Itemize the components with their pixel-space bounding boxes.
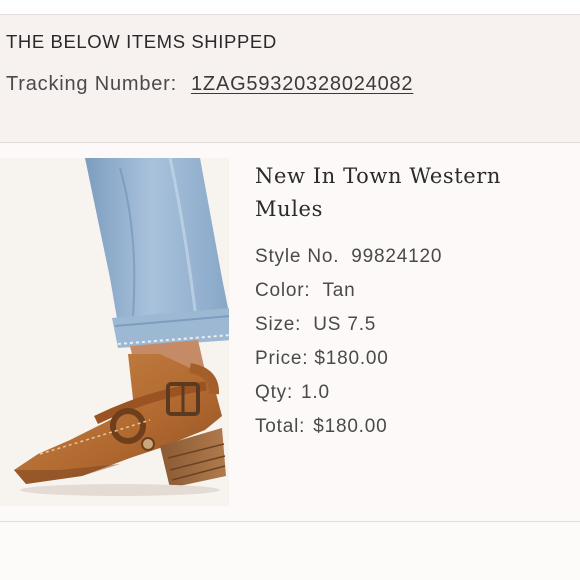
order-item: New In Town Western Mules Style No. 99824… [0,143,580,522]
size-label: Size: [255,314,302,335]
color-value: Tan [322,280,356,301]
tracking-row: Tracking Number: 1ZAG59320328024082 [6,73,413,96]
color-row: Color: Tan [255,280,356,302]
total-value: $180.00 [313,416,388,437]
quantity-row: Qty: 1.0 [255,382,330,404]
top-strip [0,0,580,15]
tracking-label: Tracking Number: [6,73,177,95]
quantity-label: Qty: [255,382,294,403]
product-name[interactable]: New In Town Western Mules [255,160,555,226]
style-label: Style No. [255,246,340,267]
product-photo-boot-icon [0,158,229,506]
total-label: Total: [255,416,306,437]
style-number-row: Style No. 99824120 [255,246,442,268]
size-value: US 7.5 [313,314,377,335]
color-label: Color: [255,280,311,301]
size-row: Size: US 7.5 [255,314,376,336]
price-label: Price: [255,348,309,369]
product-image[interactable] [0,158,229,506]
price-value: $180.00 [314,348,389,369]
quantity-value: 1.0 [301,382,330,403]
bottom-empty-area [0,522,580,580]
style-value: 99824120 [351,246,443,267]
total-row: Total: $180.00 [255,416,388,438]
price-row: Price: $180.00 [255,348,389,370]
shipped-title: THE BELOW ITEMS SHIPPED [6,31,277,52]
tracking-number-link[interactable]: 1ZAG59320328024082 [191,73,413,95]
